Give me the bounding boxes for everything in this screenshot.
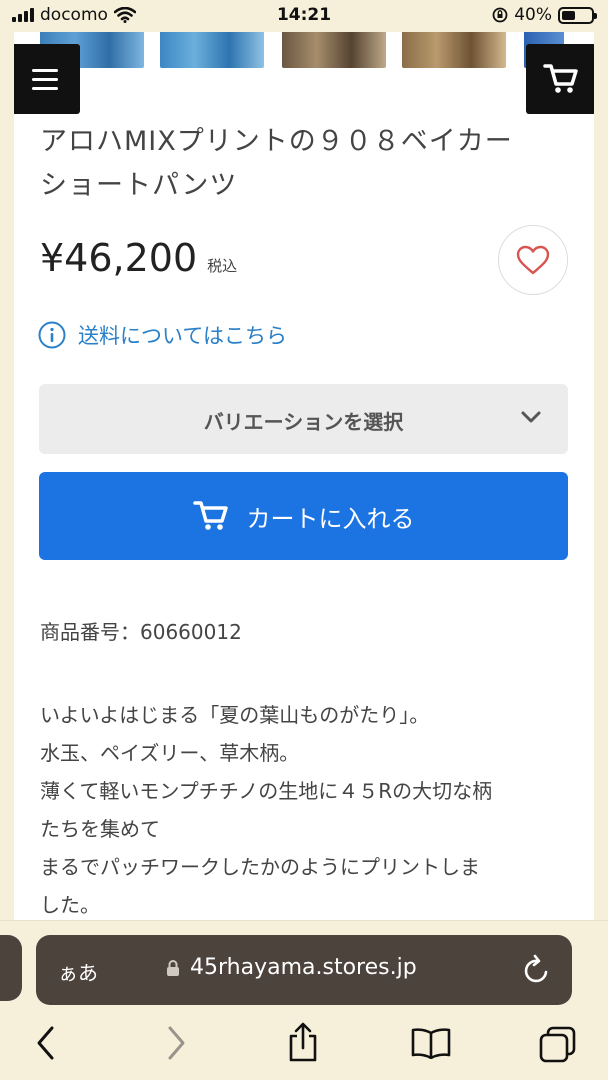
back-icon[interactable] [34, 1025, 58, 1061]
lock-icon [167, 959, 179, 976]
description-line: 薄くて軽いモンプチチノの生地に４５Rの大切な柄 [40, 779, 493, 803]
previous-tab-peek[interactable] [0, 935, 22, 1001]
heart-icon [516, 245, 550, 275]
url-text: 45rhayama.stores.jp [190, 955, 417, 980]
add-to-cart-label: カートに入れる [246, 504, 415, 533]
image-thumbnails [40, 32, 594, 68]
product-description: いよいよはじまる「夏の葉山ものがたり」。 水玉、ペイズリー、草木柄。 薄くて軽い… [40, 696, 580, 920]
description-line: 水玉、ペイズリー、草木柄。 [40, 741, 300, 765]
description-line: たちを集めて [40, 817, 160, 841]
thumbnail-3[interactable] [282, 32, 386, 68]
thumbnail-4[interactable] [402, 32, 506, 68]
description-line: まるでパッチワークしたかのようにプリントしま [40, 855, 480, 879]
hamburger-line [32, 86, 58, 90]
share-icon[interactable] [286, 1021, 320, 1063]
favorite-button[interactable] [498, 225, 568, 295]
status-bar: docomo 14:21 40% [0, 0, 608, 32]
address-bar[interactable]: ぁあ 45rhayama.stores.jp [36, 935, 572, 1005]
product-title-line-2: ショートパンツ [40, 170, 238, 201]
add-to-cart-button[interactable]: カートに入れる [39, 472, 568, 560]
bookmarks-icon[interactable] [410, 1027, 452, 1059]
cart-icon [543, 64, 578, 93]
product-price: ¥46,200 [40, 236, 198, 280]
price-row: ¥46,200 税込 [40, 236, 237, 280]
page-settings-button[interactable]: ぁあ [58, 957, 98, 986]
chevron-down-icon [521, 411, 541, 423]
url-display[interactable]: 45rhayama.stores.jp [166, 955, 417, 980]
status-right: 40% [492, 5, 597, 25]
cart-button[interactable] [526, 44, 594, 114]
forward-icon[interactable] [164, 1025, 188, 1061]
variation-select[interactable]: バリエーションを選択 [39, 384, 568, 454]
hamburger-icon [32, 68, 58, 72]
shipping-info-link[interactable]: 送料についてはこちら [38, 320, 287, 350]
orientation-lock-icon [492, 7, 508, 23]
product-title: アロハMIXプリントの９０８ベイカー ショートパンツ [40, 120, 560, 208]
tabs-icon[interactable] [538, 1025, 578, 1065]
description-line: した。 [40, 893, 100, 917]
tax-label: 税込 [207, 257, 238, 275]
info-icon [38, 321, 66, 349]
page-content: アロハMIXプリントの９０８ベイカー ショートパンツ ¥46,200 税込 送料… [14, 32, 594, 920]
description-line: いよいよはじまる「夏の葉山ものがたり」。 [40, 703, 430, 727]
variation-select-label: バリエーションを選択 [203, 410, 404, 434]
browser-toolbar: ぁあ 45rhayama.stores.jp [0, 920, 608, 1080]
product-title-line-1: アロハMIXプリントの９０８ベイカー [40, 126, 513, 157]
cart-icon [192, 501, 228, 530]
menu-button[interactable] [14, 44, 80, 114]
reload-icon[interactable] [522, 954, 552, 986]
shipping-info-text: 送料についてはこちら [78, 324, 287, 348]
battery-percent: 40% [514, 5, 552, 25]
product-number: 商品番号：60660012 [40, 620, 242, 644]
battery-icon [558, 6, 597, 24]
thumbnail-2[interactable] [160, 32, 264, 68]
hamburger-line [32, 77, 58, 81]
